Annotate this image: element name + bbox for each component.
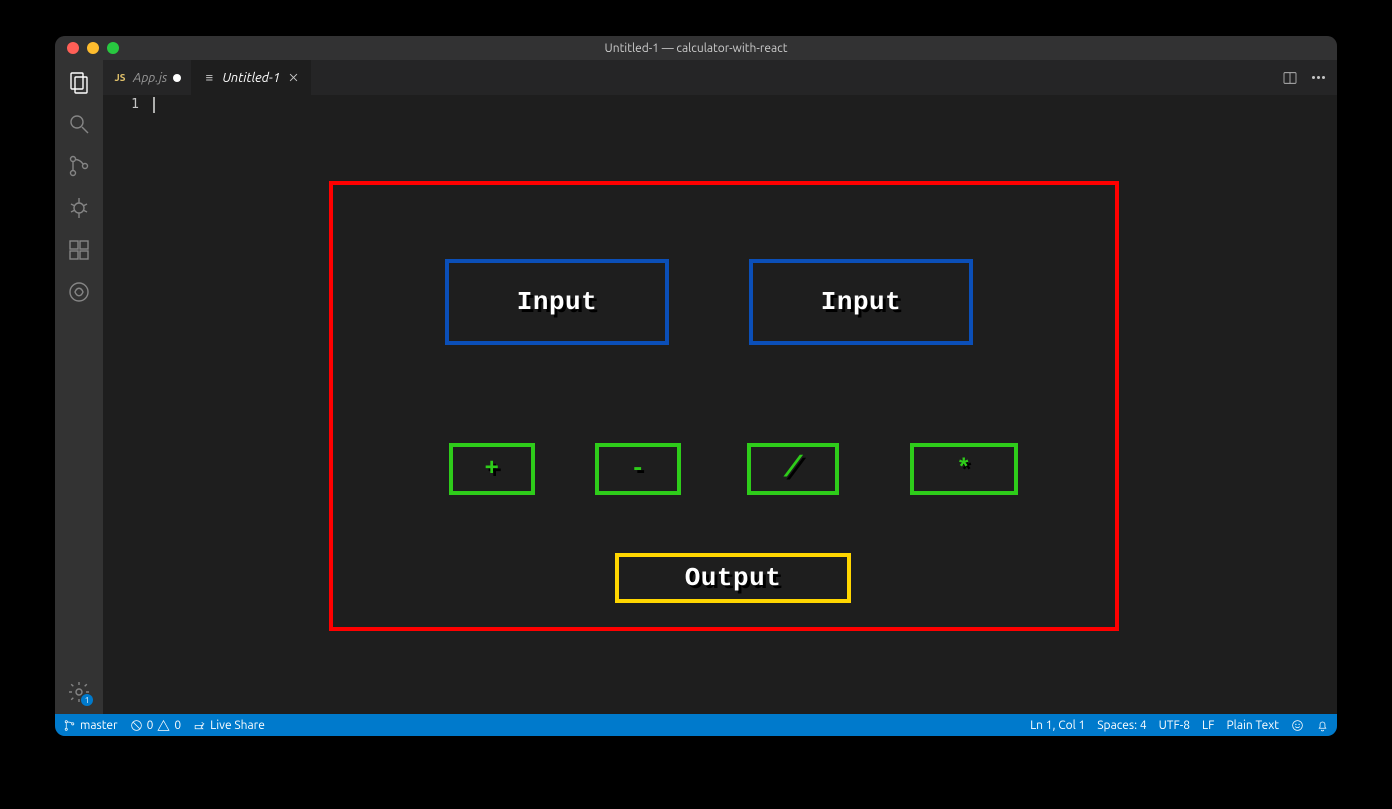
status-problems[interactable]: 0 0 <box>130 719 182 732</box>
status-feedback-icon[interactable] <box>1291 719 1304 732</box>
op-button-plus: + <box>449 443 535 495</box>
gear-icon[interactable]: 1 <box>67 680 91 704</box>
live-share-icon[interactable] <box>67 280 91 304</box>
op-minus-label: - <box>631 456 646 483</box>
live-share-label: Live Share <box>210 719 265 732</box>
input-box-1: Input <box>445 259 669 345</box>
text-file-icon: ≡ <box>202 70 216 85</box>
debug-icon[interactable] <box>67 196 91 220</box>
op-button-divide: / <box>747 443 839 495</box>
editor[interactable]: 1 Input Input + - <box>103 95 1337 714</box>
js-file-icon: JS <box>113 72 127 83</box>
status-live-share[interactable]: Live Share <box>193 719 265 732</box>
source-control-icon[interactable] <box>67 154 91 178</box>
editor-group: JS App.js ≡ Untitled-1 <box>103 60 1337 714</box>
tab-label: App.js <box>133 71 167 85</box>
text-cursor <box>153 97 155 113</box>
split-editor-icon[interactable] <box>1282 70 1298 86</box>
line-number: 1 <box>103 97 139 112</box>
status-bell-icon[interactable] <box>1316 719 1329 732</box>
op-divide-label: / <box>784 452 803 486</box>
status-cursor-position[interactable]: Ln 1, Col 1 <box>1030 719 1085 732</box>
line-gutter: 1 <box>103 95 153 714</box>
vscode-window: Untitled-1 — calculator-with-react <box>55 36 1337 736</box>
window-title: Untitled-1 — calculator-with-react <box>55 42 1337 55</box>
titlebar: Untitled-1 — calculator-with-react <box>55 36 1337 60</box>
error-count: 0 <box>147 719 154 732</box>
input-1-label: Input <box>517 287 598 317</box>
dirty-indicator-icon <box>173 74 181 82</box>
op-button-minus: - <box>595 443 681 495</box>
code-area[interactable] <box>153 95 1337 714</box>
maximize-window-button[interactable] <box>107 42 119 54</box>
more-actions-icon[interactable] <box>1312 76 1325 79</box>
extensions-icon[interactable] <box>67 238 91 262</box>
minimize-window-button[interactable] <box>87 42 99 54</box>
tab-app-js[interactable]: JS App.js <box>103 60 192 95</box>
explorer-icon[interactable] <box>67 70 91 94</box>
editor-actions <box>1282 60 1337 95</box>
tab-untitled-1[interactable]: ≡ Untitled-1 <box>192 60 311 95</box>
branch-name: master <box>80 719 118 732</box>
op-plus-label: + <box>485 456 500 483</box>
status-branch[interactable]: master <box>63 719 118 732</box>
op-button-multiply: * <box>910 443 1018 495</box>
close-tab-icon[interactable] <box>286 71 300 85</box>
status-encoding[interactable]: UTF-8 <box>1159 719 1190 732</box>
input-box-2: Input <box>749 259 973 345</box>
status-language[interactable]: Plain Text <box>1226 719 1279 732</box>
tab-label: Untitled-1 <box>222 71 280 85</box>
status-indentation[interactable]: Spaces: 4 <box>1097 719 1146 732</box>
status-eol[interactable]: LF <box>1202 719 1214 732</box>
warning-count: 0 <box>174 719 181 732</box>
close-window-button[interactable] <box>67 42 79 54</box>
op-multiply-label: * <box>957 456 972 483</box>
status-bar: master 0 0 Live Share Ln 1, Col 1 Spaces… <box>55 714 1337 736</box>
tab-bar: JS App.js ≡ Untitled-1 <box>103 60 1337 95</box>
input-2-label: Input <box>821 287 902 317</box>
window-controls <box>55 42 119 54</box>
search-icon[interactable] <box>67 112 91 136</box>
settings-badge: 1 <box>81 694 93 706</box>
output-box: Output <box>615 553 851 603</box>
output-label: Output <box>685 563 782 593</box>
activity-bar: 1 <box>55 60 103 714</box>
